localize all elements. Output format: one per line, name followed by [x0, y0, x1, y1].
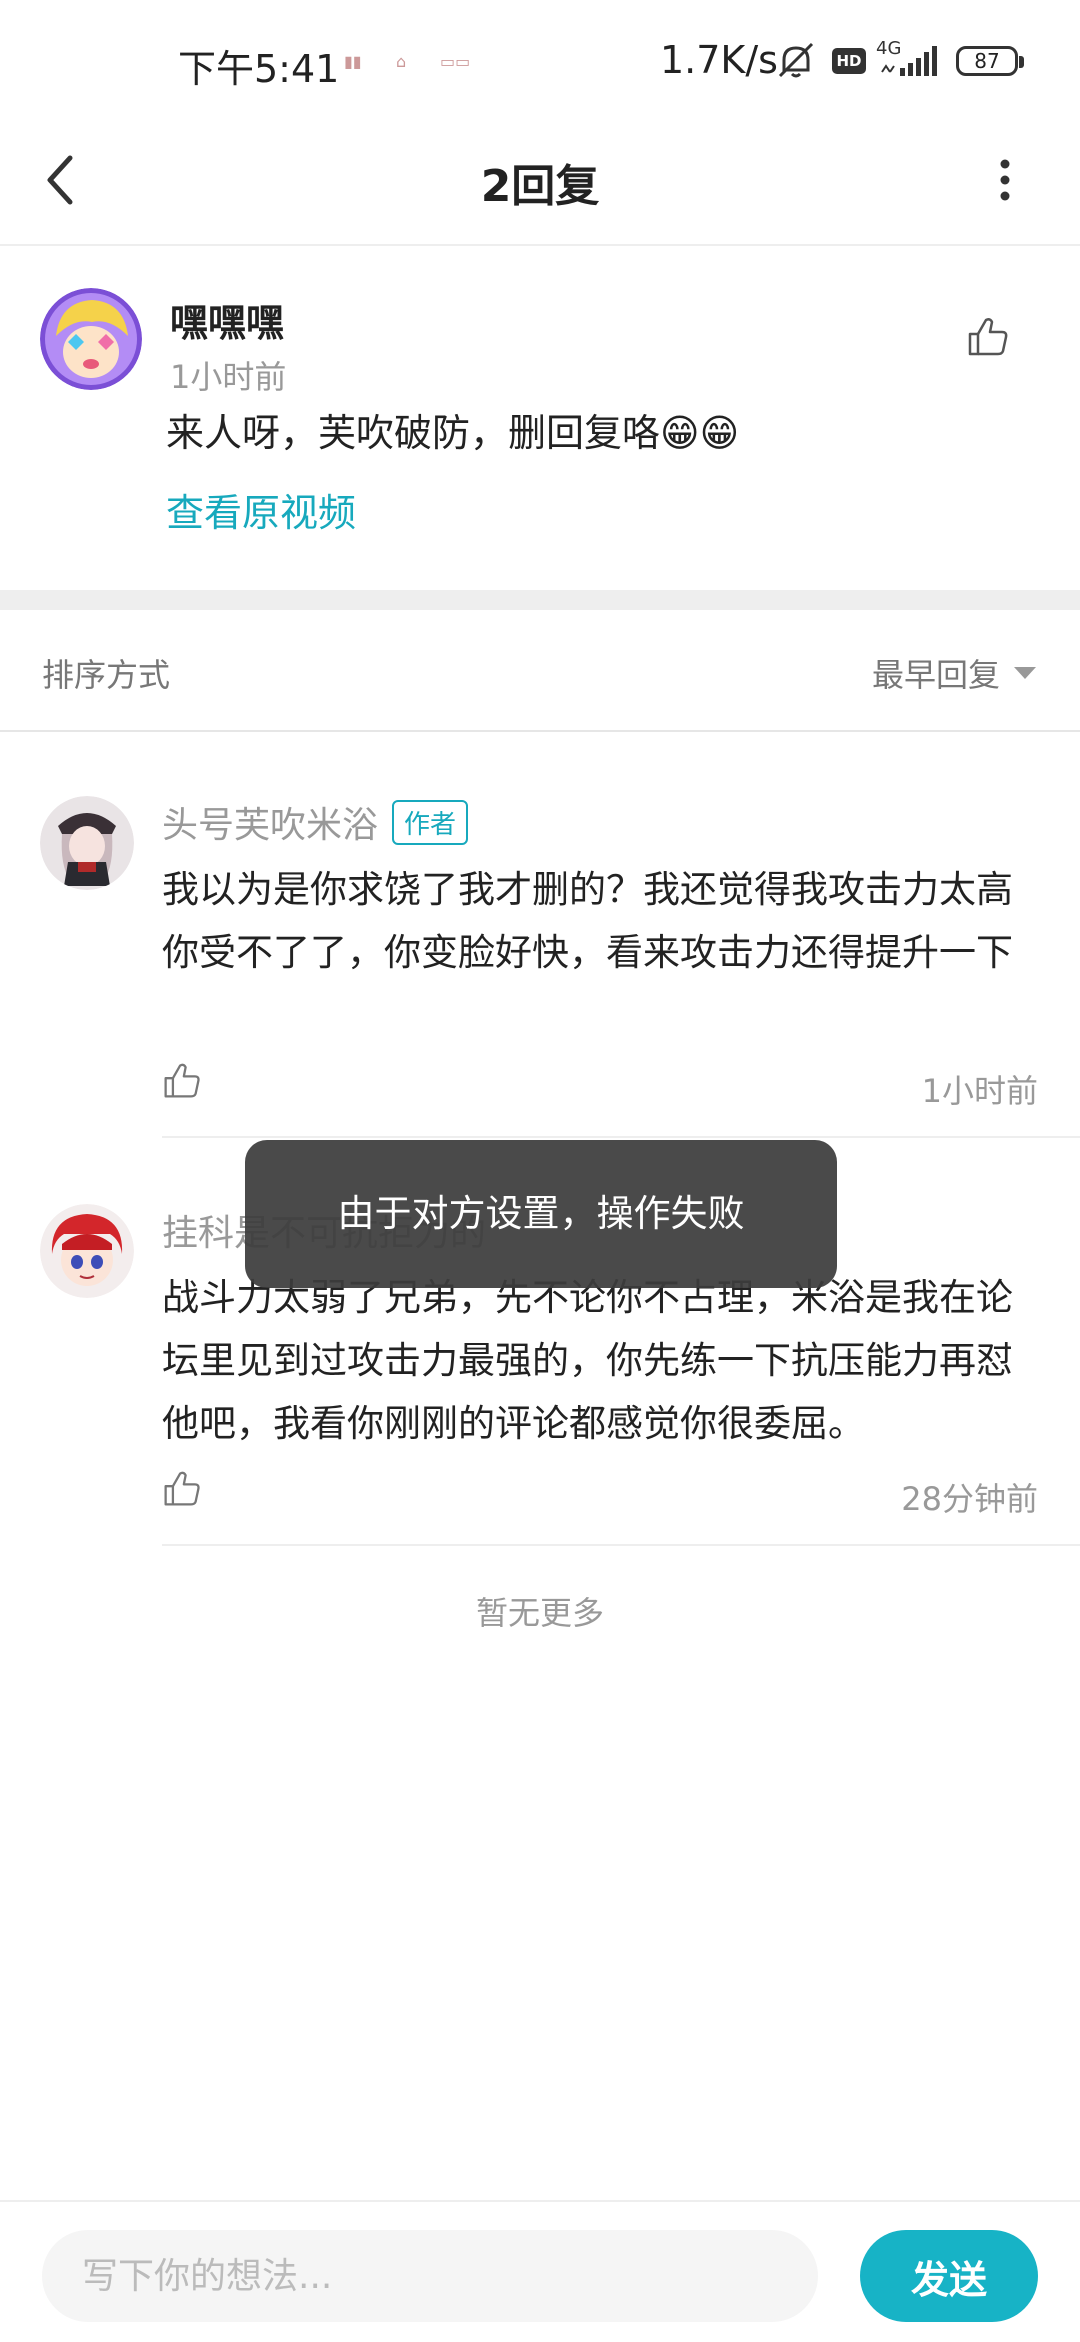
comment-input[interactable]	[42, 2230, 818, 2322]
reply-username[interactable]: 头号芙吹米浴	[162, 796, 378, 848]
reply-separator	[162, 1136, 1080, 1138]
mute-bell-icon	[778, 42, 814, 78]
comment-time: 1小时前	[170, 358, 287, 396]
notification-icon: ⌂	[396, 52, 407, 71]
thumbs-up-icon	[164, 1471, 200, 1506]
send-button[interactable]: 发送	[860, 2230, 1038, 2322]
reply-username-row: 头号芙吹米浴 作者	[162, 796, 469, 848]
bottom-bar: 发送	[0, 2200, 1080, 2342]
sort-label: 排序方式	[42, 656, 171, 694]
like-button[interactable]	[966, 314, 1010, 362]
avatar[interactable]	[40, 1204, 134, 1298]
no-more-text: 暂无更多	[475, 1594, 604, 1632]
avatar-image-icon	[40, 796, 134, 890]
network-speed: 1.7K/s	[660, 38, 778, 82]
view-original-video-link[interactable]: 查看原视频	[166, 482, 356, 537]
reply-text: 战斗力太弱了兄弟，先不论你不占理，米浴是我在论坛里见到过攻击力最强的，你先练一下…	[162, 1276, 1013, 1445]
status-time: 下午5:41	[178, 47, 340, 91]
battery-icon: 87	[956, 46, 1024, 76]
header: 2回复	[0, 120, 1080, 246]
avatar-image-icon	[40, 288, 142, 390]
comment-username[interactable]: 嘿嘿嘿	[170, 292, 284, 347]
signal-icon	[881, 46, 937, 76]
sort-selected-value: 最早回复	[871, 656, 1000, 694]
more-button[interactable]	[980, 140, 1030, 220]
sort-bar: 排序方式 最早回复	[0, 610, 1080, 732]
caret-down-icon	[1014, 667, 1036, 679]
notification-icon: ▮▮	[344, 52, 362, 71]
status-bar: 下午5:41 ▮▮ ⌂ ▭▭ 1.7K/s HD 4G 87	[0, 0, 1080, 120]
reply-time: 1小时前	[921, 1072, 1038, 1110]
more-vertical-icon	[1000, 159, 1010, 201]
like-button[interactable]	[162, 1060, 202, 1104]
section-divider	[0, 590, 1080, 610]
like-button[interactable]	[162, 1468, 202, 1512]
avatar[interactable]	[40, 796, 134, 890]
reply-item: 头号芙吹米浴 作者 我以为是你求饶了我才删的？我还觉得我攻击力太高你受不了了，你…	[0, 796, 1080, 1138]
hd-icon: HD	[832, 48, 866, 74]
avatar-image-icon	[40, 1204, 134, 1298]
thumbs-up-icon	[968, 318, 1008, 356]
toast-message: 由于对方设置，操作失败	[245, 1140, 837, 1288]
reply-text: 我以为是你求饶了我才删的？我还觉得我攻击力太高你受不了了，你变脸好快，看来攻击力…	[162, 868, 1013, 974]
reply-separator	[162, 1544, 1080, 1546]
reply-time: 28分钟前	[901, 1480, 1038, 1518]
sort-dropdown[interactable]: 最早回复	[872, 650, 1036, 696]
author-badge: 作者	[392, 799, 469, 845]
thumbs-up-icon	[164, 1063, 200, 1098]
comment-text: 来人呀，芙吹破防，删回复咯😁😁	[166, 411, 740, 455]
original-comment: 嘿嘿嘿 1小时前 来人呀，芙吹破防，删回复咯😁😁 查看原视频	[0, 246, 1080, 590]
avatar[interactable]	[40, 288, 142, 390]
notification-icon: ▭▭	[440, 52, 471, 71]
page-title: 2回复	[480, 161, 600, 212]
